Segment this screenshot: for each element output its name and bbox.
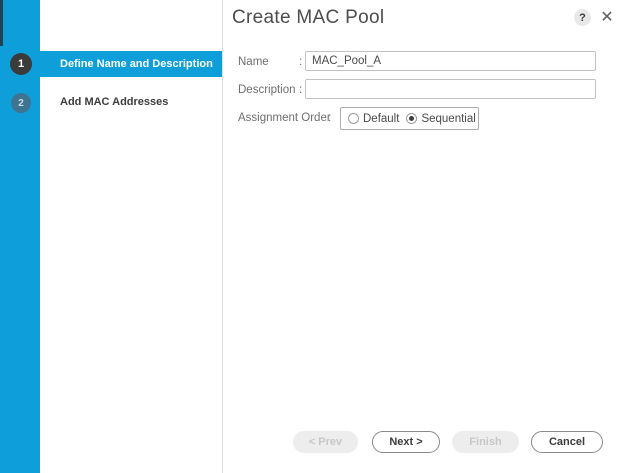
assignment-order-radio-group: Default Sequential (340, 107, 479, 130)
radio-option-default[interactable]: Default (348, 113, 399, 125)
sidebar-step-define-name-and-description[interactable]: 1 Define Name and Description (0, 51, 222, 77)
page-title: Create MAC Pool (232, 7, 385, 28)
finish-button[interactable]: Finish (452, 431, 519, 453)
radio-option-label: Sequential (421, 112, 476, 125)
radio-option-sequential[interactable]: Sequential (406, 112, 476, 125)
window-left-edge (0, 0, 3, 46)
name-label: Name (238, 56, 269, 68)
cancel-button[interactable]: Cancel (531, 431, 603, 453)
assignment-order-colon: : (328, 112, 332, 124)
step-number-badge: 2 (11, 93, 31, 113)
steps-panel-divider (222, 0, 223, 473)
step-label: Add MAC Addresses (60, 96, 169, 108)
sidebar-step-add-mac-addresses[interactable]: 2 Add MAC Addresses (0, 88, 222, 118)
help-icon[interactable]: ? (574, 9, 591, 26)
prev-button[interactable]: < Prev (293, 431, 358, 453)
step-label: Define Name and Description (60, 58, 213, 70)
description-label: Description (238, 84, 296, 96)
assignment-order-label: Assignment Order (238, 112, 331, 124)
close-icon[interactable]: ✕ (596, 6, 618, 28)
name-input[interactable] (305, 51, 596, 71)
radio-checked-icon (406, 113, 418, 124)
next-button[interactable]: Next > (372, 431, 440, 453)
create-mac-pool-dialog: 1 Define Name and Description 2 Add MAC … (0, 0, 624, 473)
description-colon: : (299, 84, 303, 96)
name-colon: : (299, 56, 303, 68)
step-number-badge: 1 (10, 53, 32, 75)
radio-option-label: Default (363, 112, 400, 125)
description-input[interactable] (305, 79, 596, 99)
radio-unchecked-icon (348, 113, 359, 124)
